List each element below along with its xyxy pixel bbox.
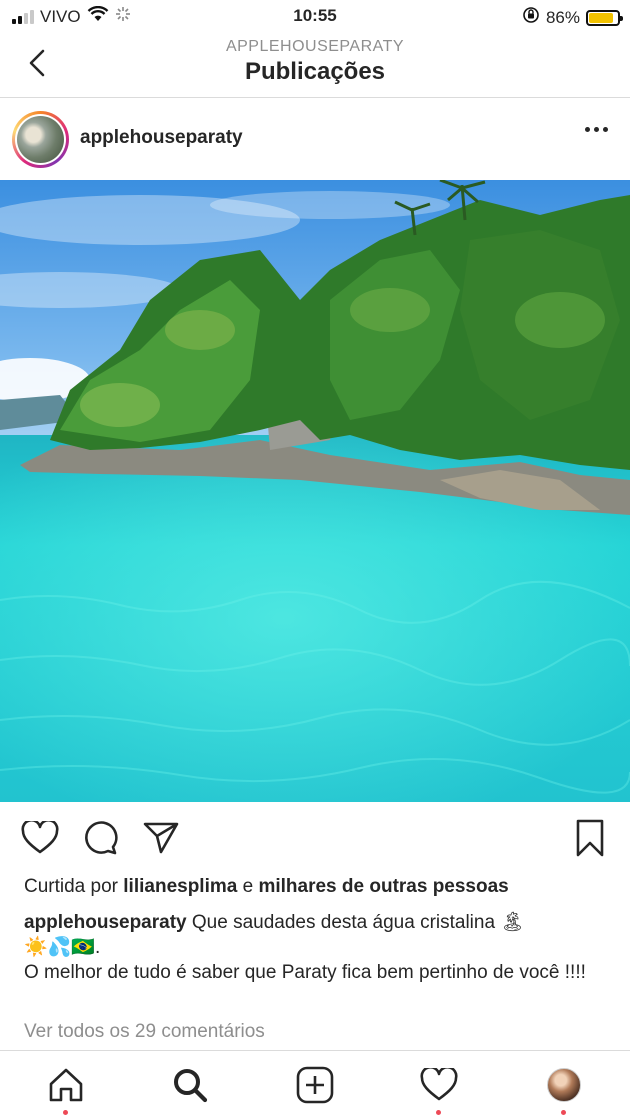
tab-home[interactable]	[44, 1063, 88, 1115]
send-icon	[143, 822, 179, 854]
caption-text-line1: Que saudades desta água cristalina 🏝	[191, 912, 525, 933]
comment-icon	[85, 821, 118, 855]
heart-icon	[21, 821, 59, 854]
page-title: Publicações	[244, 58, 386, 85]
share-button[interactable]	[141, 818, 181, 858]
activity-heart-icon	[420, 1068, 458, 1101]
like-button[interactable]	[20, 818, 60, 858]
post-header: applehouseparaty	[0, 99, 630, 179]
status-bar: VIVO 10:55 86%	[0, 0, 630, 34]
caption-username[interactable]: applehouseparaty	[24, 912, 187, 933]
bookmark-icon	[576, 819, 604, 857]
orientation-lock-icon	[522, 6, 540, 29]
post-username[interactable]: applehouseparaty	[80, 127, 243, 149]
notification-dot	[561, 1110, 566, 1115]
likes-others[interactable]: milhares de outras pessoas	[258, 876, 508, 897]
tab-search[interactable]	[168, 1063, 212, 1107]
notification-dot	[436, 1110, 441, 1115]
tab-new-post[interactable]	[293, 1063, 337, 1107]
comment-button[interactable]	[80, 818, 120, 858]
nav-header: APPLEHOUSEPARATY Publicações	[0, 34, 630, 98]
caption-text-line3: O melhor de tudo é saber que Paraty fica…	[24, 962, 586, 983]
view-all-comments-link[interactable]: Ver todos os 29 comentários	[24, 1021, 265, 1043]
search-icon	[174, 1069, 208, 1103]
notification-dot	[63, 1110, 68, 1115]
more-horizontal-icon[interactable]	[585, 127, 608, 132]
tab-bar	[0, 1050, 630, 1120]
tab-activity[interactable]	[417, 1063, 461, 1115]
post-avatar[interactable]	[12, 111, 69, 168]
status-right: 86%	[522, 6, 623, 29]
post-actions	[0, 812, 630, 866]
likes-summary: Curtida por lilianesplima e milhares de …	[24, 876, 610, 898]
caption-text-line2: ☀️💦🇧🇷.	[24, 937, 101, 958]
nav-subtitle: APPLEHOUSEPARATY	[225, 38, 405, 55]
post-photo[interactable]	[0, 180, 630, 802]
likes-connector: e	[242, 876, 254, 897]
battery-icon	[586, 9, 623, 26]
battery-percent: 86%	[545, 7, 580, 27]
post-caption: applehouseparaty Que saudades desta água…	[24, 910, 606, 985]
save-button[interactable]	[570, 818, 610, 858]
home-icon	[49, 1068, 83, 1102]
profile-avatar	[547, 1068, 581, 1102]
tab-profile[interactable]	[542, 1063, 586, 1115]
liker-username[interactable]: lilianesplima	[123, 876, 237, 897]
likes-prefix: Curtida por	[24, 876, 118, 897]
new-post-icon	[296, 1066, 334, 1104]
